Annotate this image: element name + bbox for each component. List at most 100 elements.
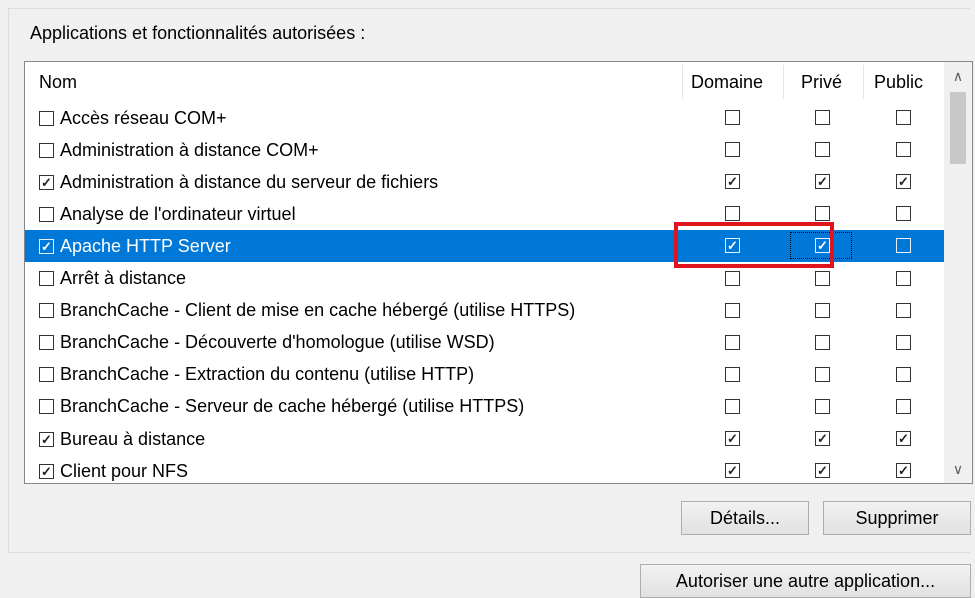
checkmark-icon: ✓ [41,238,52,254]
chevron-up-icon[interactable]: ∧ [944,62,972,90]
table-row[interactable]: BranchCache - Client de mise en cache hé… [25,295,945,327]
column-header-domain[interactable]: Domaine [691,62,763,102]
table-row-selected[interactable]: ✓ Apache HTTP Server ✓ ✓ [25,230,945,263]
column-header-private[interactable]: Privé [801,62,842,102]
row-name-cell: BranchCache - Extraction du contenu (uti… [39,359,474,391]
scrollbar-thumb[interactable] [950,92,966,164]
private-checkbox[interactable] [815,334,830,350]
allowed-apps-list[interactable]: Nom Domaine Privé Public Accès réseau CO… [24,61,973,484]
enable-checkbox[interactable] [39,399,54,415]
row-name-cell: ✓ Administration à distance du serveur de… [39,166,438,198]
enable-checkbox[interactable]: ✓ [39,463,54,479]
row-name: Accès réseau COM+ [60,107,227,128]
domain-checkbox[interactable] [725,110,740,125]
private-checkbox[interactable]: ✓ [815,463,830,479]
details-button[interactable]: Détails... [681,501,809,535]
table-row[interactable]: BranchCache - Serveur de cache hébergé (… [25,391,945,423]
checkmark-icon: ✓ [817,463,828,479]
table-row[interactable]: ✓ Bureau à distance ✓ ✓ ✓ [25,423,945,455]
domain-checkbox[interactable]: ✓ [725,174,740,190]
public-checkbox[interactable] [896,302,911,318]
private-checkbox[interactable] [815,302,830,318]
private-checkbox[interactable] [815,110,830,125]
table-row[interactable]: Analyse de l'ordinateur virtuel [25,198,945,230]
domain-checkbox[interactable]: ✓ [725,463,740,479]
domain-checkbox[interactable] [725,398,740,414]
private-checkbox[interactable]: ✓ [815,174,830,190]
enable-checkbox[interactable]: ✓ [39,174,54,190]
public-checkbox[interactable] [896,206,911,222]
chevron-down-icon[interactable]: ∨ [944,455,972,483]
row-name-cell: BranchCache - Serveur de cache hébergé (… [39,391,524,423]
row-name: Analyse de l'ordinateur virtuel [60,203,296,224]
column-header-public[interactable]: Public [874,62,923,102]
enable-checkbox[interactable] [39,303,54,319]
domain-checkbox[interactable] [725,206,740,222]
list-header: Nom Domaine Privé Public [25,62,945,102]
public-checkbox[interactable] [896,270,911,286]
column-divider[interactable] [682,65,683,99]
private-checkbox[interactable] [815,270,830,286]
public-checkbox[interactable] [896,142,911,158]
column-divider[interactable] [783,65,784,99]
enable-checkbox[interactable]: ✓ [39,238,54,254]
table-row[interactable]: BranchCache - Découverte d'homologue (ut… [25,327,945,359]
table-row[interactable]: Administration à distance COM+ [25,134,945,166]
table-row[interactable]: Arrêt à distance [25,263,945,295]
enable-checkbox[interactable] [39,206,54,222]
private-checkbox[interactable] [815,398,830,414]
domain-checkbox[interactable] [725,270,740,286]
row-name: Client pour NFS [60,460,189,481]
row-name-cell: Analyse de l'ordinateur virtuel [39,198,296,230]
private-checkbox[interactable] [815,206,830,222]
domain-checkbox[interactable]: ✓ [725,431,740,446]
checkmark-icon: ✓ [898,431,909,446]
domain-checkbox[interactable] [725,142,740,158]
column-header-name[interactable]: Nom [39,62,77,102]
row-name-cell: Accès réseau COM+ [39,102,227,134]
row-name-cell: Arrêt à distance [39,263,186,295]
column-divider[interactable] [863,65,864,99]
domain-checkbox[interactable] [725,334,740,350]
row-name: Administration à distance COM+ [60,139,319,160]
private-checkbox[interactable] [815,142,830,158]
domain-checkbox[interactable]: ✓ [725,238,740,254]
public-checkbox[interactable] [896,110,911,125]
public-checkbox[interactable] [896,334,911,350]
row-name: BranchCache - Extraction du contenu (uti… [60,364,475,385]
checkmark-icon: ✓ [817,431,828,446]
row-name-cell: BranchCache - Découverte d'homologue (ut… [39,327,495,359]
private-checkbox[interactable]: ✓ [815,431,830,446]
row-name: BranchCache - Client de mise en cache hé… [60,300,576,321]
table-row[interactable]: Accès réseau COM+ [25,102,945,134]
vertical-scrollbar[interactable]: ∧ ∨ [944,62,972,483]
enable-checkbox[interactable]: ✓ [39,431,54,447]
allow-other-app-button[interactable]: Autoriser une autre application... [640,564,971,598]
table-row[interactable]: ✓ Client pour NFS ✓ ✓ ✓ [25,455,945,483]
remove-button[interactable]: Supprimer [823,501,971,535]
public-checkbox[interactable] [896,398,911,414]
row-name-cell: BranchCache - Client de mise en cache hé… [39,295,575,327]
checkmark-icon: ✓ [41,174,52,190]
table-row[interactable]: ✓ Administration à distance du serveur de… [25,166,945,198]
enable-checkbox[interactable] [39,142,54,158]
private-checkbox[interactable] [815,366,830,382]
enable-checkbox[interactable] [39,367,54,383]
public-checkbox[interactable] [896,366,911,382]
public-checkbox[interactable]: ✓ [896,174,911,190]
public-checkbox[interactable]: ✓ [896,463,911,479]
enable-checkbox[interactable] [39,110,54,126]
row-name-cell: Administration à distance COM+ [39,134,319,166]
table-row[interactable]: BranchCache - Extraction du contenu (uti… [25,359,945,391]
checkmark-icon: ✓ [727,174,738,190]
domain-checkbox[interactable] [725,302,740,318]
checkmark-icon: ✓ [898,463,909,479]
checkmark-icon: ✓ [898,174,909,190]
public-checkbox[interactable]: ✓ [896,431,911,446]
enable-checkbox[interactable] [39,271,54,286]
group-caption: Applications et fonctionnalités autorisé… [30,23,366,43]
domain-checkbox[interactable] [725,366,740,382]
row-name: BranchCache - Découverte d'homologue (ut… [60,332,495,353]
enable-checkbox[interactable] [39,335,54,351]
public-checkbox[interactable] [896,238,911,254]
